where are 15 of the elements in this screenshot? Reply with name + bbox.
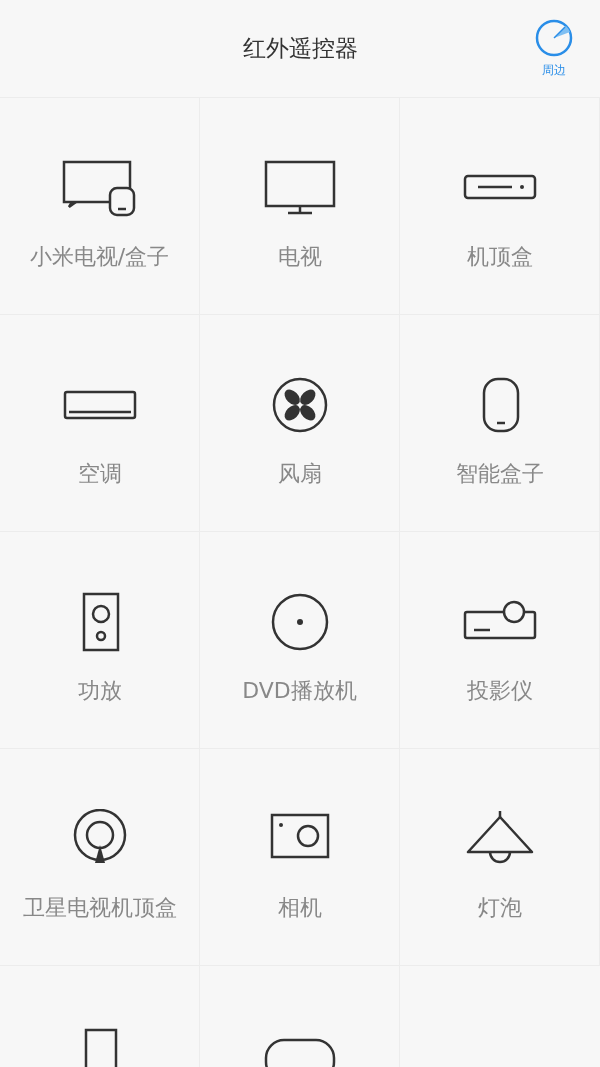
- nearby-button[interactable]: 周边: [534, 18, 574, 79]
- radar-icon: [534, 18, 574, 58]
- device-tile[interactable]: 相机: [200, 749, 400, 966]
- device-tile[interactable]: 电视: [200, 98, 400, 315]
- device-tile[interactable]: 灯泡: [400, 749, 600, 966]
- device-tile[interactable]: 风扇: [200, 315, 400, 532]
- device-tile[interactable]: 小米电视/盒子: [0, 98, 200, 315]
- device-tile[interactable]: 智能盒子: [400, 315, 600, 532]
- device-tile[interactable]: DVD播放机: [200, 532, 400, 749]
- device-tile[interactable]: 空调: [0, 315, 200, 532]
- device-tile[interactable]: 功放: [0, 532, 200, 749]
- device-tile[interactable]: 投影仪: [400, 532, 600, 749]
- page-title: 红外遥控器: [242, 34, 358, 63]
- device-tile[interactable]: 机顶盒: [400, 98, 600, 315]
- device-tile[interactable]: 卫星电视机顶盒: [0, 749, 200, 966]
